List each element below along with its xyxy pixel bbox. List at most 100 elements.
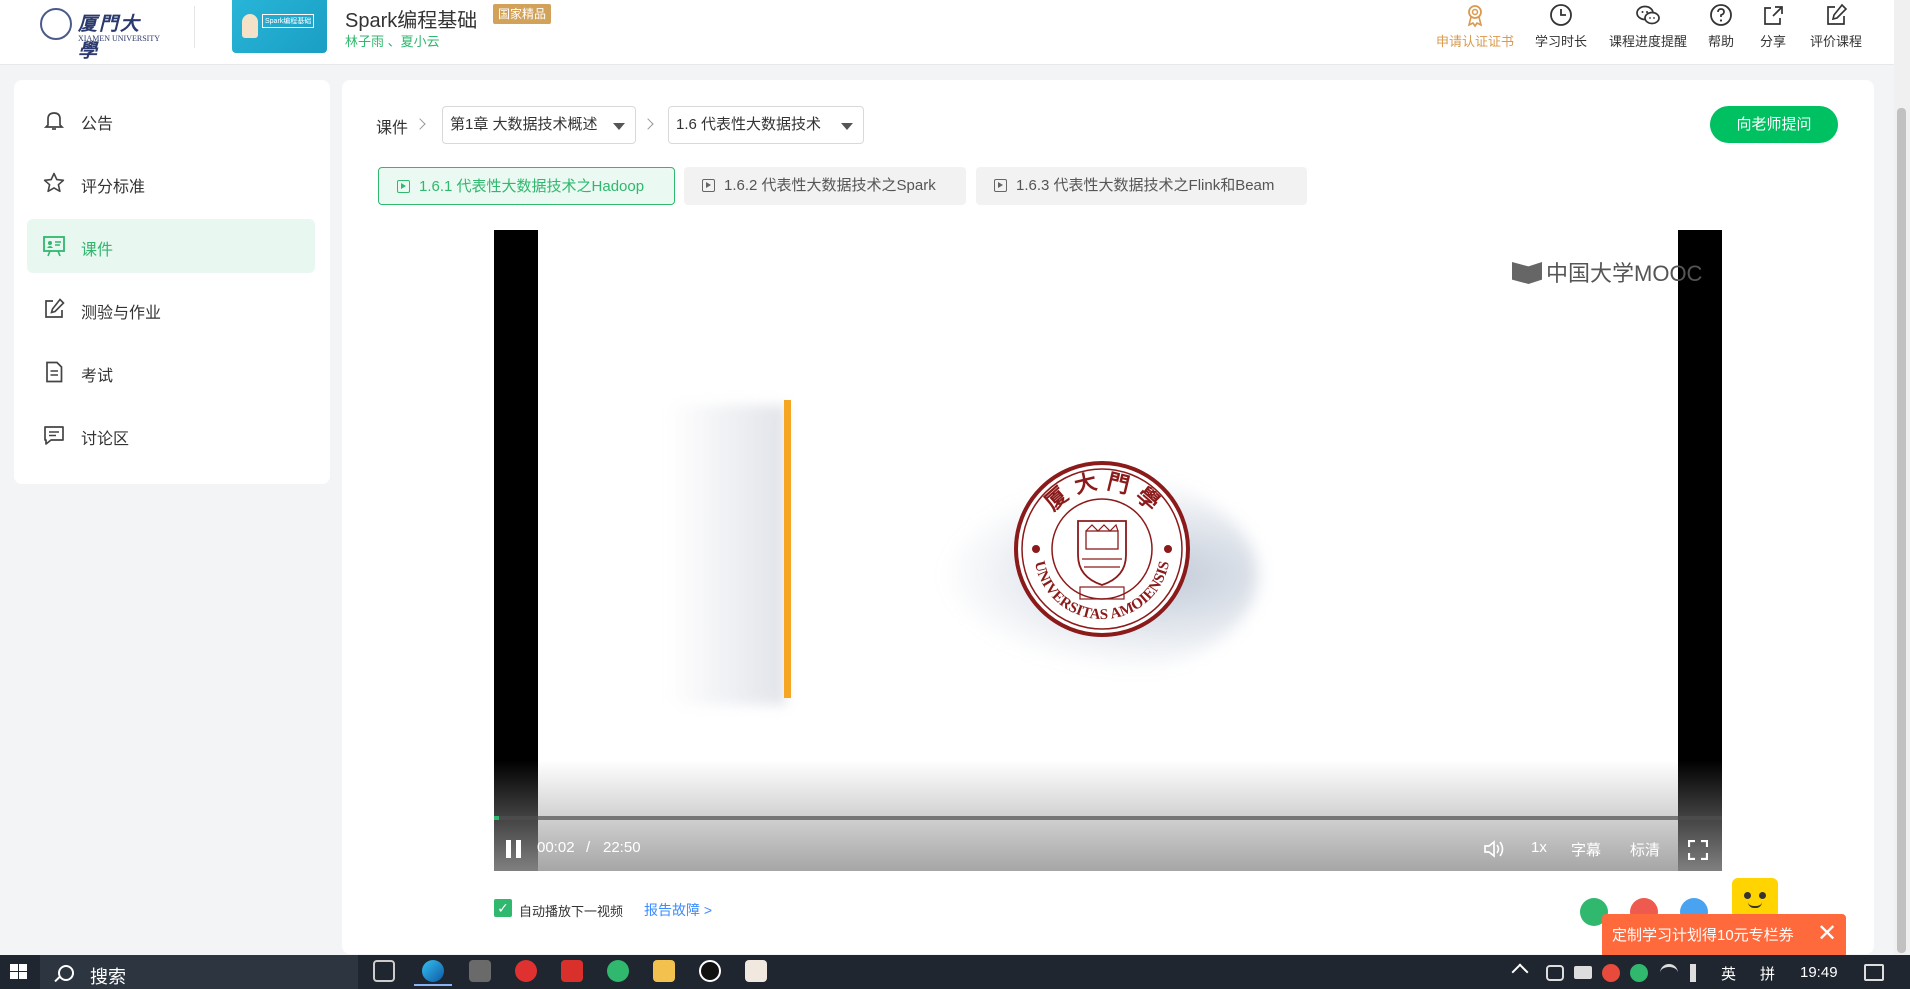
pause-icon[interactable] (506, 840, 522, 858)
battery-icon[interactable] (1574, 966, 1592, 979)
university-seal-icon (40, 8, 72, 40)
report-issue-link[interactable]: 报告故障 > (644, 900, 712, 920)
pencil-square-icon (45, 298, 65, 318)
subtitle-button[interactable]: 字幕 (1571, 839, 1601, 860)
sidebar-item-label: 公告 (81, 116, 114, 133)
qq-app-icon[interactable] (699, 960, 721, 982)
sidebar-item-announcements[interactable]: 公告 (27, 93, 315, 147)
section-select-value: 1.6 代表性大数据技术 (676, 116, 822, 133)
taskbar-search-label: 搜索 (90, 967, 126, 987)
orange-bar (784, 400, 791, 698)
bell-icon (43, 112, 65, 130)
rate-course-label: 评价课程 (1809, 34, 1862, 49)
taskbar-search-box[interactable] (40, 955, 358, 989)
help-button[interactable]: 帮助 (1703, 0, 1739, 52)
chevron-down-icon (841, 123, 853, 130)
close-icon[interactable]: ✕ (1817, 918, 1837, 950)
apply-certificate-button[interactable]: 申请认证证书 (1432, 0, 1518, 52)
help-label: 帮助 (1707, 34, 1734, 49)
study-time-label: 学习时长 (1534, 34, 1587, 49)
share-label: 分享 (1759, 34, 1786, 49)
wechat-tray-icon[interactable] (1630, 964, 1648, 982)
quality-button[interactable]: 标清 (1630, 839, 1660, 860)
promo-text: 定制学习计划得10元专栏券 (1612, 927, 1794, 944)
edit-icon (1827, 3, 1848, 25)
rate-course-button[interactable]: 评价课程 (1806, 0, 1866, 52)
breadcrumb-root[interactable]: 课件 (376, 114, 408, 138)
chapter-select[interactable]: 第1章 大数据技术概述 (442, 106, 636, 144)
autoplay-label: 自动播放下一视频 (519, 904, 624, 919)
netease-music-icon[interactable] (515, 960, 537, 982)
scrollbar-thumb[interactable] (1897, 108, 1906, 953)
edge-browser-icon[interactable] (414, 960, 452, 986)
tray-device-icon[interactable] (1546, 965, 1564, 981)
course-teachers[interactable]: 林子雨 、夏小云 (345, 31, 440, 50)
lesson-tab-label: 1.6.2 代表性大数据技术之Spark (724, 177, 936, 194)
sidebar-item-courseware[interactable]: 课件 (27, 219, 315, 273)
play-icon (994, 179, 1007, 192)
sidebar-item-grading[interactable]: 评分标准 (27, 156, 315, 210)
speaker-icon[interactable] (1690, 964, 1708, 982)
course-sidebar: 公告 评分标准 课件 测验与作业 考试 讨论区 (14, 80, 330, 484)
course-thumb-label: Spark编程基础 (262, 14, 315, 28)
lesson-tab-spark[interactable]: 1.6.2 代表性大数据技术之Spark (684, 167, 966, 205)
mascot-icon[interactable] (1732, 878, 1778, 918)
mascot-eye (1759, 892, 1766, 899)
taskbar-clock[interactable]: 19:49 (1800, 964, 1838, 981)
ask-teacher-button[interactable]: 向老师提问 (1710, 106, 1838, 143)
course-thumbnail[interactable]: Spark编程基础 (232, 0, 327, 53)
sidebar-item-quizzes[interactable]: 测验与作业 (27, 282, 315, 336)
university-logo[interactable]: 厦門大學 XIAMEN UNIVERSITY (40, 8, 160, 62)
progress-reminder-button[interactable]: 课程进度提醒 (1604, 0, 1692, 52)
sidebar-item-exam[interactable]: 考试 (27, 345, 315, 399)
file-explorer-icon[interactable] (653, 960, 675, 982)
sidebar-item-label: 测验与作业 (81, 305, 162, 322)
sidebar-item-label: 评分标准 (81, 179, 146, 196)
sidebar-item-discussion[interactable]: 讨论区 (27, 408, 315, 462)
video-player[interactable]: 中国大学MOOC 厦 大 門 學 UNIVERSITAS AMOIENSIS 0… (494, 230, 1722, 871)
play-icon (702, 179, 715, 192)
top-bar: 厦門大學 XIAMEN UNIVERSITY Spark编程基础 Spark编程… (0, 0, 1910, 65)
ime-mode[interactable]: 拼 (1760, 963, 1775, 984)
ime-language[interactable]: 英 (1721, 963, 1736, 984)
video-progress-fill (494, 816, 499, 820)
windows-start-icon[interactable] (0, 955, 40, 989)
chat-icon (44, 426, 64, 445)
course-title: Spark编程基础 (345, 10, 478, 32)
section-select[interactable]: 1.6 代表性大数据技术 (668, 106, 864, 144)
autoplay-checkbox[interactable]: ✓ (494, 899, 512, 917)
volume-icon[interactable] (1482, 838, 1506, 860)
lesson-tab-flink-beam[interactable]: 1.6.3 代表性大数据技术之Flink和Beam (976, 167, 1307, 205)
sidebar-item-label: 讨论区 (81, 431, 130, 448)
presentation-icon (43, 236, 65, 257)
search-icon (58, 965, 74, 981)
video-progress-bar[interactable] (494, 816, 1722, 820)
share-button[interactable]: 分享 (1755, 0, 1791, 52)
mooc-logo-icon (1512, 262, 1542, 284)
photo-app-icon[interactable] (745, 960, 767, 982)
lesson-tab-hadoop[interactable]: 1.6.1 代表性大数据技术之Hadoop (378, 167, 675, 205)
playback-speed-button[interactable]: 1x (1531, 839, 1547, 856)
time-separator: / (586, 839, 591, 856)
course-badge: 国家精品 (493, 4, 552, 24)
star-icon (43, 172, 65, 193)
task-view-icon[interactable] (373, 960, 395, 982)
qq-tray-icon[interactable] (1602, 964, 1620, 982)
wifi-icon[interactable] (1660, 964, 1678, 982)
certificate-icon (1467, 5, 1483, 28)
notification-icon[interactable] (1864, 964, 1884, 981)
motion-blur (668, 405, 786, 705)
study-time-button[interactable]: 学习时长 (1530, 0, 1592, 52)
current-time: 00:02 (537, 839, 575, 856)
mooc-watermark: 中国大学MOOC (1512, 256, 1702, 288)
wps-icon[interactable] (561, 960, 583, 982)
lesson-tab-label: 1.6.1 代表性大数据技术之Hadoop (419, 178, 645, 195)
mascot-eye (1744, 892, 1751, 899)
promo-banner[interactable]: 定制学习计划得10元专栏券 (1602, 914, 1846, 958)
fullscreen-icon[interactable] (1688, 840, 1708, 860)
wechat-app-icon[interactable] (607, 960, 629, 982)
app-icon[interactable] (469, 960, 491, 982)
sidebar-item-label: 考试 (81, 368, 114, 385)
sidebar-item-label: 课件 (81, 242, 114, 259)
mascot-mouth (1748, 902, 1762, 908)
